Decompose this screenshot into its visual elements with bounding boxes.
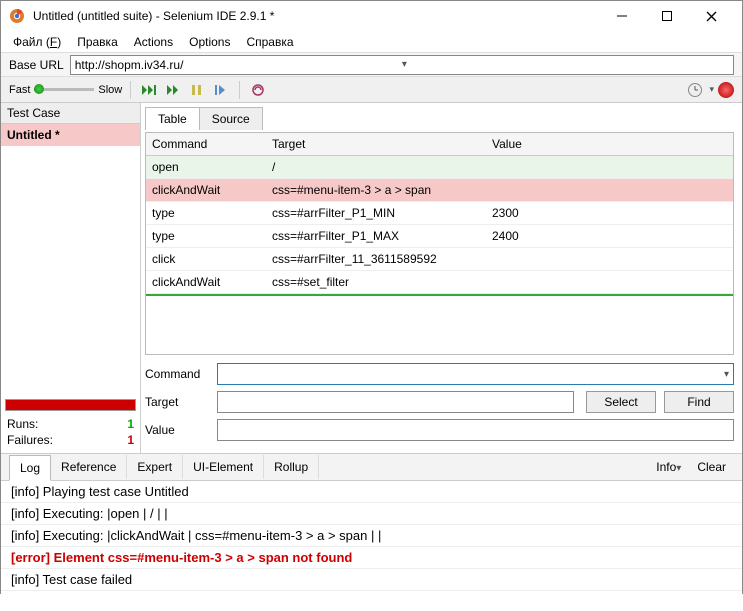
base-url-label: Base URL — [9, 58, 64, 72]
target-cell: css=#arrFilter_11_3611589592 — [266, 248, 486, 270]
command-row[interactable]: clickAndWaitcss=#set_filter — [146, 271, 733, 294]
main-area: Test Case Untitled * Runs: 1 Failures: 1… — [1, 103, 742, 453]
minimize-button[interactable] — [599, 1, 644, 31]
tab-table[interactable]: Table — [145, 107, 200, 130]
tab-ui-element[interactable]: UI-Element — [183, 455, 264, 479]
value-cell: 2300 — [486, 202, 733, 224]
testcase-list: Untitled * — [1, 124, 140, 397]
log-body: [info] Playing test case Untitled[info] … — [1, 481, 742, 611]
col-value: Value — [486, 133, 733, 155]
select-button[interactable]: Select — [586, 391, 656, 413]
value-cell — [486, 271, 733, 293]
cmd-cell: type — [146, 202, 266, 224]
speed-fast-label: Fast — [9, 84, 30, 96]
scheduler-dropdown[interactable]: ▾ — [709, 84, 714, 95]
tab-rollup[interactable]: Rollup — [264, 455, 319, 479]
step-button[interactable] — [211, 80, 231, 100]
field-area: Command ▾ Target Select Find Value — [145, 363, 734, 453]
base-url-row: Base URL http://shopm.iv34.ru/ ▾ — [1, 53, 742, 77]
command-row[interactable]: clickAndWaitcss=#menu-item-3 > a > span — [146, 179, 733, 202]
editor-tabs: Table Source — [145, 107, 734, 130]
titlebar: Untitled (untitled suite) - Selenium IDE… — [1, 1, 742, 31]
log-line: [info] Playing test case Untitled — [1, 481, 742, 503]
menubar: Файл (F) Правка Actions Options Справка — [1, 31, 742, 53]
log-line: [info] Executing: |clickAndWait | css=#m… — [1, 525, 742, 547]
testcase-item[interactable]: Untitled * — [1, 124, 140, 146]
log-level-dropdown[interactable]: Info▾ — [648, 455, 689, 479]
chevron-down-icon[interactable]: ▾ — [402, 59, 729, 70]
runs-label: Runs: — [7, 417, 38, 431]
bottom-pane: Log Reference Expert UI-Element Rollup I… — [1, 453, 742, 611]
chevron-down-icon[interactable]: ▾ — [724, 369, 729, 380]
menu-help[interactable]: Справка — [240, 33, 299, 51]
target-cell: css=#arrFilter_P1_MAX — [266, 225, 486, 247]
col-command: Command — [146, 133, 266, 155]
tab-reference[interactable]: Reference — [51, 455, 127, 479]
cmd-cell: click — [146, 248, 266, 270]
record-button[interactable] — [718, 82, 734, 98]
cmd-cell: type — [146, 225, 266, 247]
menu-actions[interactable]: Actions — [128, 33, 179, 51]
speed-slider[interactable] — [34, 88, 94, 91]
close-button[interactable] — [689, 1, 734, 31]
target-cell: / — [266, 156, 486, 178]
command-row[interactable]: clickcss=#arrFilter_11_3611589592 — [146, 248, 733, 271]
cmd-cell: clickAndWait — [146, 271, 266, 293]
value-field-label: Value — [145, 423, 209, 437]
find-button[interactable]: Find — [664, 391, 734, 413]
scheduler-button[interactable] — [685, 80, 705, 100]
log-line: [info] Executing: |open | / | | — [1, 503, 742, 525]
tab-log[interactable]: Log — [9, 455, 51, 481]
command-field-label: Command — [145, 367, 209, 381]
command-row[interactable]: open/ — [146, 156, 733, 179]
value-cell — [486, 179, 733, 201]
value-cell: 2400 — [486, 225, 733, 247]
menu-file[interactable]: Файл (F) — [7, 33, 67, 51]
value-cell — [486, 156, 733, 178]
window-title: Untitled (untitled suite) - Selenium IDE… — [33, 9, 599, 23]
log-line: [error] Element css=#menu-item-3 > a > s… — [1, 547, 742, 569]
target-cell: css=#arrFilter_P1_MIN — [266, 202, 486, 224]
pause-button[interactable] — [187, 80, 207, 100]
toolbar: Fast Slow ▾ — [1, 77, 742, 103]
target-field-input[interactable] — [217, 391, 574, 413]
command-table-header: Command Target Value — [146, 133, 733, 156]
target-field-label: Target — [145, 395, 209, 409]
base-url-value: http://shopm.iv34.ru/ — [75, 58, 402, 72]
clear-log-button[interactable]: Clear — [689, 455, 734, 479]
speed-slow-label: Slow — [98, 84, 122, 96]
maximize-button[interactable] — [644, 1, 689, 31]
right-pane: Table Source Command Target Value open/c… — [141, 103, 742, 453]
command-field-input[interactable]: ▾ — [217, 363, 734, 385]
menu-options[interactable]: Options — [183, 33, 236, 51]
bottom-tabs: Log Reference Expert UI-Element Rollup I… — [1, 454, 742, 481]
failures-label: Failures: — [7, 433, 53, 447]
cmd-cell: clickAndWait — [146, 179, 266, 201]
rollup-button[interactable] — [248, 80, 268, 100]
play-test-button[interactable] — [163, 80, 183, 100]
left-pane: Test Case Untitled * Runs: 1 Failures: 1 — [1, 103, 141, 453]
progress-bar — [5, 399, 136, 411]
cmd-cell: open — [146, 156, 266, 178]
tab-source[interactable]: Source — [199, 107, 263, 130]
value-cell — [486, 248, 733, 270]
target-cell: css=#set_filter — [266, 271, 486, 293]
menu-edit[interactable]: Правка — [71, 33, 124, 51]
target-cell: css=#menu-item-3 > a > span — [266, 179, 486, 201]
log-line: [info] Test case failed — [1, 569, 742, 591]
value-field-input[interactable] — [217, 419, 734, 441]
command-table: Command Target Value open/clickAndWaitcs… — [145, 132, 734, 355]
stats: Runs: 1 Failures: 1 — [1, 413, 140, 453]
command-row[interactable]: typecss=#arrFilter_P1_MAX2400 — [146, 225, 733, 248]
play-suite-button[interactable] — [139, 80, 159, 100]
insert-line — [146, 294, 733, 296]
app-icon — [9, 8, 25, 24]
command-row[interactable]: typecss=#arrFilter_P1_MIN2300 — [146, 202, 733, 225]
base-url-input[interactable]: http://shopm.iv34.ru/ ▾ — [70, 55, 734, 75]
testcase-header: Test Case — [1, 103, 140, 124]
runs-value: 1 — [127, 417, 134, 431]
tab-expert[interactable]: Expert — [127, 455, 183, 479]
failures-value: 1 — [127, 433, 134, 447]
col-target: Target — [266, 133, 486, 155]
